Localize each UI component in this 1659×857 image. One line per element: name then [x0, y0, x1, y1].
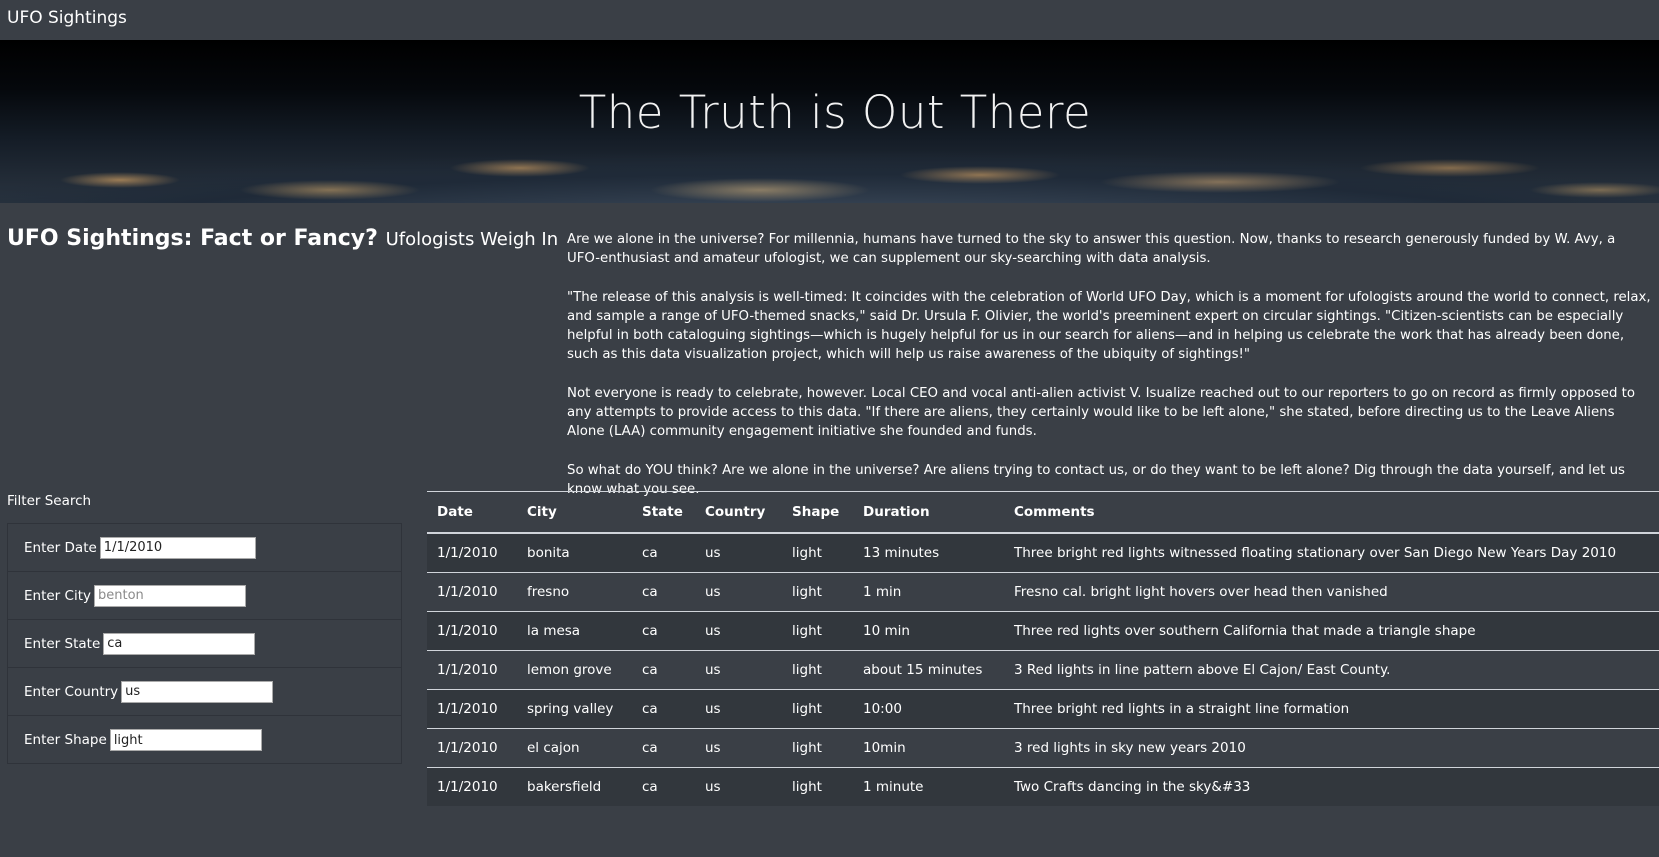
cell-duration: 10:00: [853, 689, 1004, 729]
cell-duration: 10min: [853, 728, 1004, 768]
city-label: Enter City: [24, 587, 91, 604]
cell-comments: Fresno cal. bright light hovers over hea…: [1004, 572, 1659, 612]
cell-city: bakersfield: [527, 779, 602, 795]
cell-duration: 10 min: [853, 611, 1004, 651]
filter-form: Enter Date Enter City Enter State Enter …: [7, 523, 402, 764]
cell-state: ca: [632, 728, 695, 768]
column-header-comments[interactable]: Comments: [1004, 491, 1659, 534]
article-paragraph: "The release of this analysis is well-ti…: [567, 289, 1651, 363]
column-header-country[interactable]: Country: [695, 491, 782, 534]
sightings-table: Date City State Country Shape Duration C…: [427, 491, 1659, 806]
article-body: Are we alone in the universe? For millen…: [567, 230, 1652, 518]
table-row: 1/1/2010 bonita ca us light 13 minutes T…: [427, 533, 1659, 573]
cell-shape: light: [782, 650, 853, 690]
column-header-duration[interactable]: Duration: [853, 491, 1004, 534]
sightings-table-container: Date City State Country Shape Duration C…: [427, 491, 1659, 806]
cell-country: us: [695, 572, 782, 612]
filter-row-date: Enter Date: [8, 524, 401, 572]
cell-comments: 3 Red lights in line pattern above El Ca…: [1004, 650, 1659, 690]
filter-row-city: Enter City: [8, 572, 401, 620]
shape-label: Enter Shape: [24, 732, 107, 748]
cell-shape: light: [782, 689, 853, 729]
cell-comments: Three red lights over southern Californi…: [1004, 611, 1659, 651]
cell-comments: Three bright red lights witnessed floati…: [1004, 533, 1659, 573]
intro-title: UFO Sightings: Fact or Fancy?: [7, 226, 378, 251]
hero-banner: The Truth is Out There: [0, 40, 1659, 203]
cell-city: la mesa: [517, 611, 632, 651]
date-input[interactable]: [99, 536, 256, 559]
cell-state: ca: [632, 611, 695, 651]
navbar: UFO Sightings: [0, 0, 1659, 40]
cell-date: 1/1/2010: [427, 689, 517, 729]
filter-search-title: Filter Search: [7, 493, 92, 509]
cell-country: us: [695, 650, 782, 690]
cell-shape: light: [782, 572, 853, 612]
table-row: 1/1/2010 spring valley ca us light 10:00…: [427, 689, 1659, 729]
cell-state: ca: [632, 689, 695, 729]
state-input[interactable]: [103, 632, 256, 655]
country-label: Enter Country: [24, 683, 119, 700]
cell-city: spring valley: [517, 689, 632, 729]
table-row: 1/1/2010 la mesa ca us light 10 min Thre…: [427, 611, 1659, 651]
intro-heading: UFO Sightings: Fact or Fancy? Ufologists…: [7, 226, 558, 251]
cell-duration: 1 min: [853, 572, 1004, 612]
cell-date: 1/1/2010: [427, 533, 517, 573]
article-paragraph: Are we alone in the universe? For millen…: [567, 232, 1616, 267]
table-row: 1/1/2010 bakersfield ca us light 1 minut…: [427, 767, 1659, 806]
table-row: 1/1/2010 fresno ca us light 1 min Fresno…: [427, 572, 1659, 612]
cell-duration: 1 minute: [863, 779, 924, 795]
country-input[interactable]: [121, 680, 274, 703]
cell-shape: light: [782, 728, 853, 768]
cell-state: ca: [632, 533, 695, 573]
table-header-row: Date City State Country Shape Duration C…: [427, 491, 1659, 534]
column-header-state[interactable]: State: [632, 491, 695, 534]
city-input[interactable]: [94, 584, 246, 607]
cell-date: 1/1/2010: [427, 650, 517, 690]
table-row: 1/1/2010 el cajon ca us light 10min 3 re…: [427, 728, 1659, 768]
cell-duration: 13 minutes: [853, 533, 1004, 573]
cell-date: 1/1/2010: [427, 611, 517, 651]
column-header-date[interactable]: Date: [427, 491, 517, 534]
cell-city: bonita: [517, 533, 632, 573]
cell-date: 1/1/2010: [437, 779, 498, 795]
cell-state: ca: [642, 779, 658, 795]
cell-comments: 3 red lights in sky new years 2010: [1004, 728, 1659, 768]
filter-row-state: Enter State: [8, 620, 401, 668]
filter-row-shape: Enter Shape: [8, 716, 401, 764]
cell-city: el cajon: [517, 728, 632, 768]
date-label: Enter Date: [24, 539, 97, 556]
cell-city: fresno: [517, 572, 632, 612]
cell-date: 1/1/2010: [427, 572, 517, 612]
cell-state: ca: [632, 650, 695, 690]
column-header-shape[interactable]: Shape: [782, 491, 853, 534]
cell-comments: Three bright red lights in a straight li…: [1004, 689, 1659, 729]
cell-country: us: [705, 779, 721, 795]
cell-comments: Two Crafts dancing in the sky&#33: [1014, 779, 1251, 795]
hero-title: The Truth is Out There: [578, 86, 1092, 139]
cell-country: us: [695, 728, 782, 768]
article-paragraph: Not everyone is ready to celebrate, howe…: [567, 385, 1635, 440]
intro-subtitle: Ufologists Weigh In: [385, 229, 559, 250]
brand-link[interactable]: UFO Sightings: [7, 8, 127, 28]
cell-duration: about 15 minutes: [853, 650, 1004, 690]
cell-city: lemon grove: [517, 650, 632, 690]
cell-date: 1/1/2010: [427, 728, 517, 768]
cell-shape: light: [792, 779, 822, 795]
column-header-city[interactable]: City: [517, 491, 632, 534]
table-row: 1/1/2010 lemon grove ca us light about 1…: [427, 650, 1659, 690]
shape-input[interactable]: [109, 729, 262, 751]
filter-row-country: Enter Country: [8, 668, 401, 716]
cell-country: us: [695, 611, 782, 651]
cell-country: us: [695, 689, 782, 729]
state-label: Enter State: [24, 635, 101, 652]
cell-shape: light: [782, 611, 853, 651]
cell-country: us: [695, 533, 782, 573]
cell-state: ca: [632, 572, 695, 612]
cell-shape: light: [782, 533, 853, 573]
